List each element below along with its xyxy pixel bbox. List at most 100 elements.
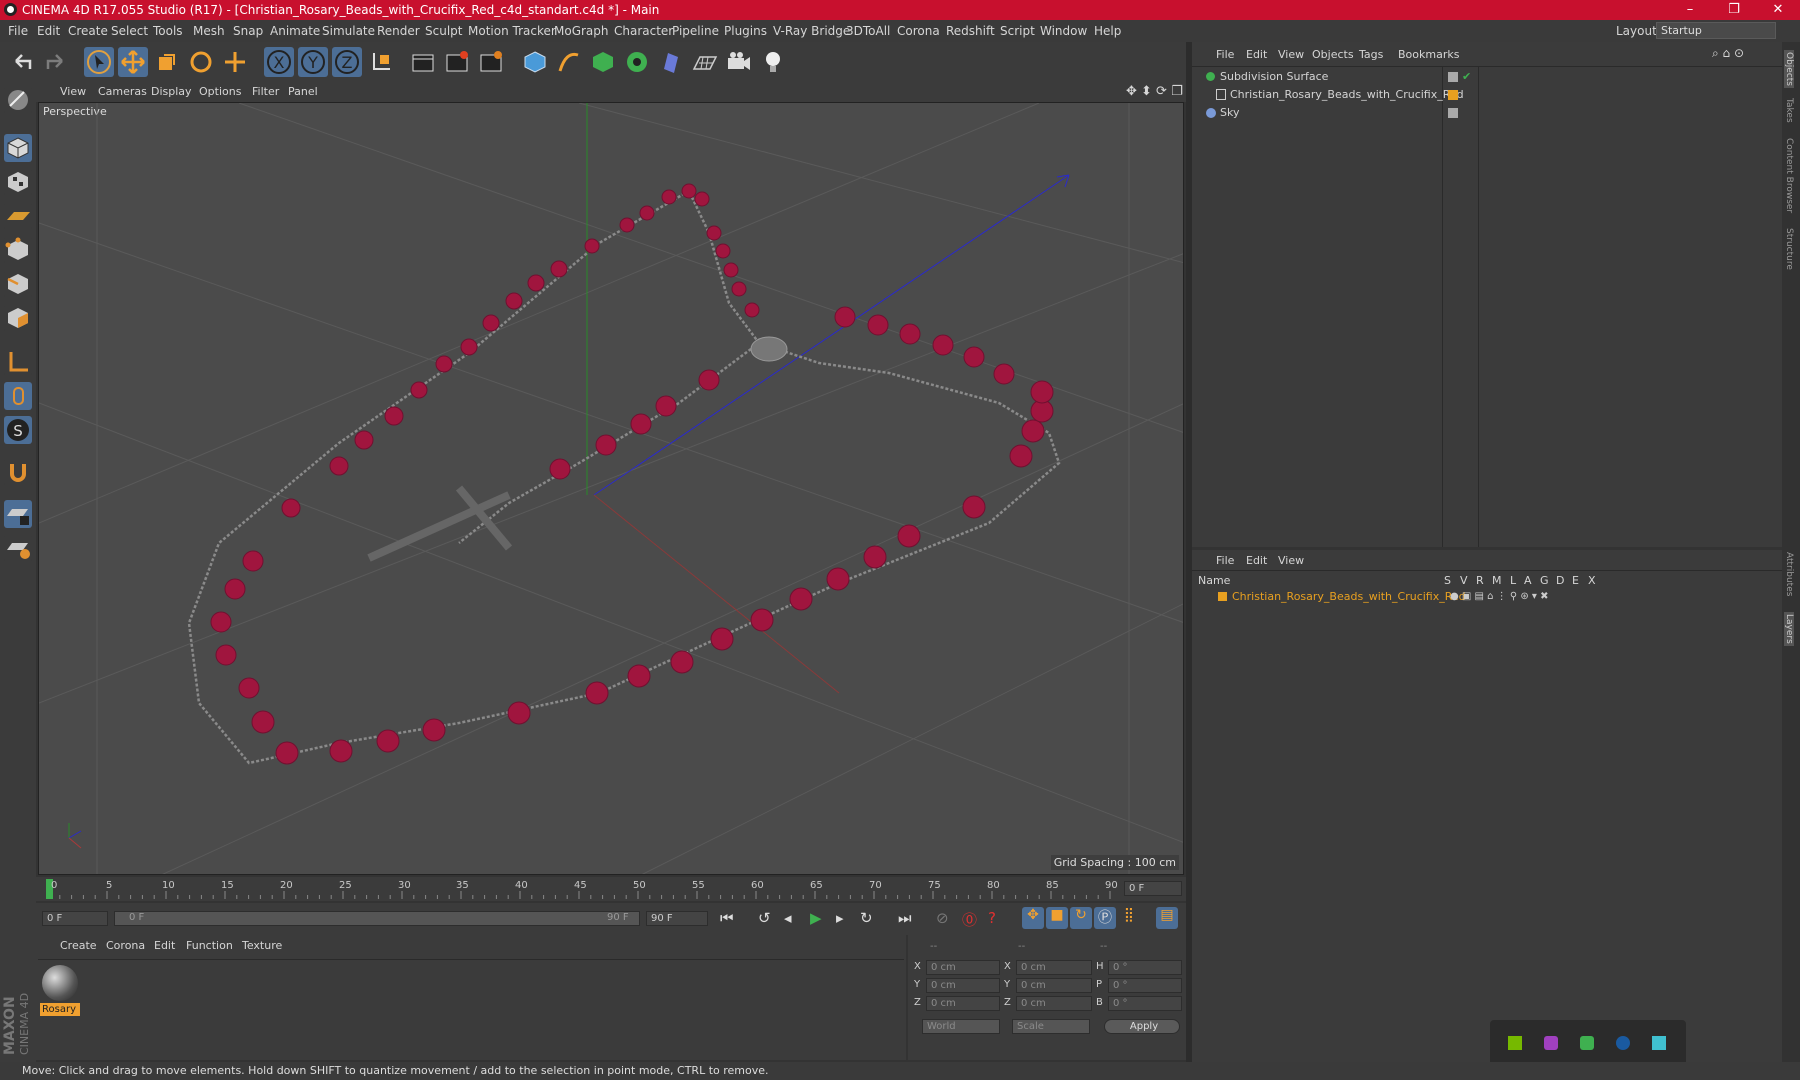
mograph-cloner-icon[interactable] [622, 47, 652, 77]
keyframe-selection-icon[interactable]: ? [988, 909, 996, 927]
object-menu-edit[interactable]: Edit [1246, 48, 1267, 61]
menu-file[interactable]: File [8, 20, 28, 42]
material-menu-function[interactable]: Function [186, 939, 233, 952]
menu-edit[interactable]: Edit [37, 20, 60, 42]
key-parameter-icon[interactable]: Ⓟ [1094, 907, 1116, 929]
planar-workplane-icon[interactable] [4, 534, 32, 562]
rotate-tool-icon[interactable] [186, 47, 216, 77]
layer-col-generators[interactable]: G [1540, 574, 1549, 587]
record-keys-icon[interactable]: ⊘ [936, 909, 949, 927]
menu-animate[interactable]: Animate [270, 20, 320, 42]
key-rotation-icon[interactable]: ↻ [1070, 907, 1092, 929]
viewport-menu-options[interactable]: Options [199, 82, 241, 102]
enabled-check-icon[interactable]: ✔ [1462, 70, 1471, 83]
autokey-icon[interactable]: ⓪ [962, 909, 977, 930]
frame-range-slider[interactable]: 0 F 90 F [114, 911, 640, 926]
app-tray-icon[interactable] [1544, 1036, 1558, 1050]
layout-select[interactable]: Startup [1656, 22, 1776, 39]
size-y-field[interactable]: 0 cm [1016, 978, 1092, 993]
menu-plugins[interactable]: Plugins [724, 20, 767, 42]
layer-menu-edit[interactable]: Edit [1246, 554, 1267, 567]
3d-viewport[interactable]: Perspective Grid Spacing: 100 cm [38, 102, 1184, 875]
object-row-rosary[interactable]: Christian_Rosary_Beads_with_Crucifix_Red [1194, 86, 1464, 104]
menu-motion-tracker[interactable]: Motion Tracker [468, 20, 556, 42]
menu-create[interactable]: Create [68, 20, 108, 42]
goto-end-icon[interactable]: ⏭ [898, 909, 912, 927]
next-frame-icon[interactable]: ▸ [836, 909, 844, 927]
next-key-icon[interactable]: ↻ [860, 909, 873, 927]
scale-dropdown[interactable]: Scale [1012, 1019, 1090, 1034]
layer-col-deformers[interactable]: D [1556, 574, 1564, 587]
layer-col-view[interactable]: V [1460, 574, 1468, 587]
locked-workplane-icon[interactable] [4, 500, 32, 528]
menu-3dtoall[interactable]: 3DToAll [846, 20, 890, 42]
menu-window[interactable]: Window [1040, 20, 1087, 42]
layer-row[interactable]: Christian_Rosary_Beads_with_Crucifix_Red… [1194, 588, 1594, 606]
side-tab-content-browser[interactable]: Content Browser [1784, 138, 1794, 213]
menu-character[interactable]: Character [614, 20, 673, 42]
object-menu-view[interactable]: View [1278, 48, 1304, 61]
play-icon[interactable]: ▶ [810, 909, 822, 927]
model-mode-icon[interactable] [4, 134, 32, 162]
menu-render[interactable]: Render [377, 20, 420, 42]
viewport-menu-panel[interactable]: Panel [288, 82, 318, 102]
layer-col-expressions[interactable]: E [1572, 574, 1579, 587]
magnet-icon[interactable] [4, 458, 32, 486]
spline-pen-icon[interactable] [554, 47, 584, 77]
nurbs-icon[interactable] [588, 47, 618, 77]
side-tab-takes[interactable]: Takes [1784, 98, 1794, 123]
edges-mode-icon[interactable] [4, 270, 32, 298]
layer-col-render[interactable]: R [1476, 574, 1484, 587]
layer-menu-file[interactable]: File [1216, 554, 1234, 567]
layer-col-xref[interactable]: X [1588, 574, 1596, 587]
previous-frame-icon[interactable]: ◂ [784, 909, 792, 927]
steam-icon[interactable] [1616, 1036, 1630, 1050]
goto-start-icon[interactable]: ⏮ [720, 909, 734, 927]
material-menu-edit[interactable]: Edit [154, 939, 175, 952]
y-axis-lock-icon[interactable]: Y [298, 47, 328, 77]
side-tab-structure[interactable]: Structure [1784, 228, 1794, 270]
snap-icon[interactable]: S [4, 416, 32, 444]
menu-tools[interactable]: Tools [153, 20, 183, 42]
layer-col-name[interactable]: Name [1198, 574, 1230, 587]
deformer-icon[interactable] [656, 47, 686, 77]
menu-select[interactable]: Select [111, 20, 148, 42]
material-menu-create[interactable]: Create [60, 939, 97, 952]
menu-snap[interactable]: Snap [233, 20, 263, 42]
viewport-nav-icons[interactable]: ✥ ⬍ ⟳ ❐ [1126, 82, 1183, 102]
side-tab-attributes[interactable]: Attributes [1784, 552, 1794, 596]
object-menu-tags[interactable]: Tags [1359, 48, 1383, 61]
make-editable-icon[interactable] [4, 86, 32, 114]
menu-mograph[interactable]: MoGraph [554, 20, 609, 42]
viewport-menu-cameras[interactable]: Cameras [98, 82, 147, 102]
close-button[interactable]: ✕ [1756, 0, 1800, 20]
x-axis-lock-icon[interactable]: X [264, 47, 294, 77]
side-tab-layers[interactable]: Layers [1784, 612, 1794, 646]
current-frame-field[interactable]: 0 F [1124, 881, 1182, 896]
object-search-icon[interactable]: ⌕ ⌂ ⊙ [1712, 46, 1744, 61]
viewport-menu-view[interactable]: View [60, 82, 86, 102]
transform-tool-icon[interactable] [220, 47, 250, 77]
layer-color-icon[interactable] [1448, 90, 1458, 100]
menu-corona[interactable]: Corona [897, 20, 940, 42]
object-menu-bookmarks[interactable]: Bookmarks [1398, 48, 1459, 61]
render-picture-viewer-icon[interactable] [442, 47, 472, 77]
camera-icon[interactable] [724, 47, 754, 77]
workplane-icon[interactable] [4, 202, 32, 230]
object-row-sky[interactable]: Sky [1194, 104, 1442, 122]
menu-mesh[interactable]: Mesh [193, 20, 225, 42]
cube-primitive-icon[interactable] [520, 47, 550, 77]
key-scale-icon[interactable]: ■ [1046, 907, 1068, 929]
menu-vray-bridge[interactable]: V-Ray Bridge [773, 20, 850, 42]
apply-button[interactable]: Apply [1104, 1019, 1180, 1034]
layer-col-animation[interactable]: A [1524, 574, 1532, 587]
end-frame-field[interactable]: 90 F [646, 911, 708, 926]
sky-visibility-icon[interactable] [1448, 108, 1458, 118]
object-row-subdivision[interactable]: Subdivision Surface [1194, 68, 1442, 86]
layer-col-locked[interactable]: L [1510, 574, 1516, 587]
points-mode-icon[interactable] [4, 236, 32, 264]
menu-simulate[interactable]: Simulate [322, 20, 375, 42]
rotation-h-field[interactable]: 0 ° [1108, 960, 1182, 975]
menu-script[interactable]: Script [1000, 20, 1035, 42]
material-menu-texture[interactable]: Texture [242, 939, 282, 952]
